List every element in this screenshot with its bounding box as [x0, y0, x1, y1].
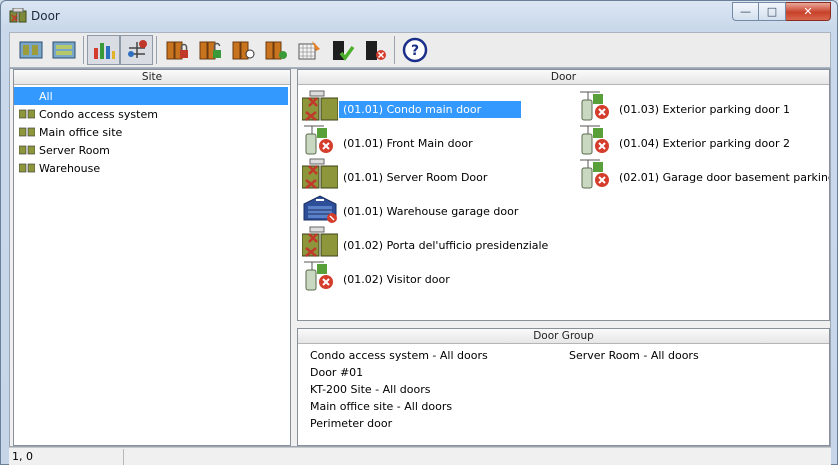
door-label: (01.01) Server Room Door [343, 171, 488, 184]
disable-door-icon [365, 41, 386, 60]
reader-offline-icon [580, 91, 609, 121]
site-pane: Site All Condo access system Main office… [13, 69, 291, 446]
door-pane: Door (01.01) Condo main door (01.01) Fro… [297, 69, 830, 321]
network-view-button[interactable] [120, 35, 153, 65]
door-item[interactable]: (01.02) Porta del'ufficio presidenziale [302, 225, 548, 259]
enable-door-button[interactable] [325, 35, 358, 65]
site-item-label: Warehouse [39, 161, 101, 175]
client-area: Site All Condo access system Main office… [9, 68, 831, 447]
maximize-icon: □ [766, 5, 778, 18]
door-item[interactable]: (01.04) Exterior parking door 2 [578, 123, 790, 157]
door-item[interactable]: (01.01) Server Room Door [302, 157, 487, 191]
door-label: (01.03) Exterior parking door 1 [619, 103, 791, 116]
site-item-server-room[interactable]: Server Room [14, 141, 290, 159]
garage-door-icon [303, 195, 337, 223]
door-label: (01.02) Porta del'ufficio presidenziale [343, 239, 549, 252]
edit-door-button[interactable] [226, 35, 259, 65]
door-group-item[interactable]: Main office site - All doors [310, 400, 452, 413]
doors-list-icon [52, 41, 75, 59]
schedule-door-button[interactable] [292, 35, 325, 65]
doors-list-button[interactable] [47, 35, 80, 65]
reader-offline-icon [304, 261, 333, 291]
door-controller-icon [302, 158, 338, 189]
disable-door-button[interactable] [358, 35, 391, 65]
status-position: 1, 0 [9, 448, 124, 465]
site-item-warehouse[interactable]: Warehouse [14, 159, 290, 177]
unlock-door-icon [199, 41, 221, 60]
minimize-icon: — [740, 5, 751, 18]
add-door-button[interactable] [259, 35, 292, 65]
door-item[interactable]: (01.01) Warehouse garage door [302, 191, 518, 225]
title-bar[interactable]: Door — □ ✕ [1, 1, 837, 31]
site-icon [19, 127, 35, 137]
add-door-icon [265, 41, 287, 60]
schedule-door-icon [298, 41, 320, 60]
door-label: (02.01) Garage door basement parking [619, 171, 830, 184]
close-icon: ✕ [803, 5, 813, 18]
chart-view-button[interactable] [87, 35, 120, 65]
window-title: Door [31, 9, 60, 23]
maximize-button[interactable]: □ [759, 2, 786, 21]
door-group-item[interactable]: KT-200 Site - All doors [310, 383, 430, 396]
door-label: (01.04) Exterior parking door 2 [619, 137, 791, 150]
door-item[interactable]: (01.01) Condo main door [302, 89, 522, 123]
door-group-item[interactable]: Door #01 [310, 366, 363, 379]
site-item-label: All [39, 89, 53, 103]
door-item[interactable]: (01.02) Visitor door [302, 259, 450, 293]
door-group-pane: Door Group Condo access system - All doo… [297, 328, 830, 446]
door-app-icon [9, 8, 27, 23]
site-item-label: Main office site [39, 125, 123, 139]
lock-door-button[interactable] [160, 35, 193, 65]
toolbar-separator [394, 36, 395, 64]
network-icon [127, 40, 147, 58]
site-list: All Condo access system Main office site… [14, 85, 290, 177]
svg-text:?: ? [410, 43, 418, 59]
unlock-door-button[interactable] [193, 35, 226, 65]
reader-offline-icon [580, 125, 609, 155]
door-group-item[interactable]: Server Room - All doors [569, 349, 699, 362]
edit-door-icon [232, 41, 254, 60]
toolbar-separator [83, 36, 84, 64]
site-icon [19, 109, 35, 119]
site-pane-header[interactable]: Site [14, 70, 290, 85]
door-label: (01.01) Front Main door [343, 137, 473, 150]
reader-offline-icon [304, 125, 333, 155]
door-pane-header[interactable]: Door [298, 70, 829, 85]
site-icon [19, 145, 35, 155]
site-item-main-office-site[interactable]: Main office site [14, 123, 290, 141]
site-icon [19, 163, 35, 173]
chart-icon [93, 43, 115, 59]
lock-door-icon [166, 41, 188, 60]
enable-door-icon [332, 41, 354, 61]
door-item[interactable]: (01.03) Exterior parking door 1 [578, 89, 790, 123]
door-controller-icon [302, 90, 338, 121]
site-item-condo-access-system[interactable]: Condo access system [14, 105, 290, 123]
door-controller-icon [302, 226, 338, 257]
doors-view-button[interactable] [14, 35, 47, 65]
door-label: (01.02) Visitor door [343, 273, 450, 286]
close-button[interactable]: ✕ [786, 2, 831, 21]
help-icon: ? [402, 37, 427, 63]
site-item-all[interactable]: All [14, 87, 288, 105]
toolbar: ? [9, 32, 831, 68]
help-button[interactable]: ? [398, 35, 431, 65]
door-window: Door — □ ✕ ? Site All Condo access syste… [0, 0, 838, 465]
reader-offline-icon [580, 159, 609, 189]
doors-view-icon [19, 41, 42, 59]
door-group-item[interactable]: Perimeter door [310, 417, 392, 430]
minimize-button[interactable]: — [732, 2, 759, 21]
site-item-label: Server Room [39, 143, 110, 157]
door-label: (01.01) Condo main door [339, 101, 522, 118]
door-group-item[interactable]: Condo access system - All doors [310, 349, 488, 362]
door-item[interactable]: (01.01) Front Main door [302, 123, 473, 157]
status-bar: 1, 0 [9, 447, 831, 465]
door-label: (01.01) Warehouse garage door [343, 205, 519, 218]
toolbar-separator [156, 36, 157, 64]
site-item-label: Condo access system [39, 107, 158, 121]
door-item[interactable]: (02.01) Garage door basement parking [578, 157, 830, 191]
door-group-pane-header[interactable]: Door Group [298, 329, 829, 344]
